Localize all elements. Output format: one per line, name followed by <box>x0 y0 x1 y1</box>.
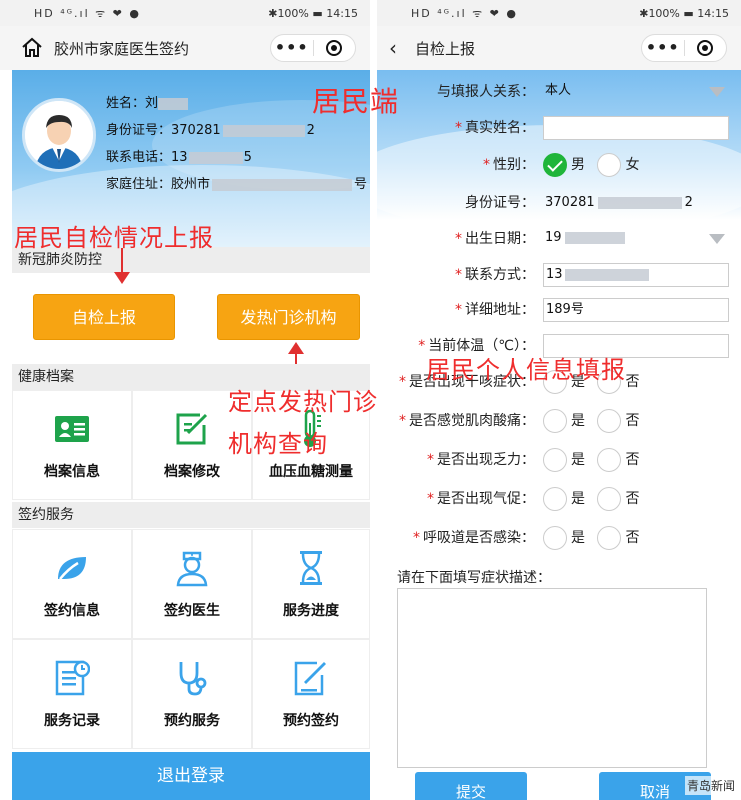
contact-input[interactable]: 13 <box>543 263 729 287</box>
birth-date-picker[interactable]: 19 <box>543 227 729 251</box>
logout-button[interactable]: 退出登录 <box>12 752 370 800</box>
gender-female-radio[interactable] <box>597 153 622 177</box>
battery-level: 100% <box>648 6 680 20</box>
doctor-icon <box>172 548 212 588</box>
annotation-resident-end: 居民端 <box>312 85 400 118</box>
sign-item-appointment[interactable]: 预约服务 <box>132 639 252 749</box>
address-input[interactable]: 189号 <box>543 298 729 322</box>
breath-yes-radio[interactable] <box>543 487 567 511</box>
muscle-ache-yes-radio[interactable] <box>543 409 567 433</box>
more-icon[interactable]: ••• <box>271 36 313 60</box>
mini-program-capsule: ••• <box>641 34 727 62</box>
breath-no-radio[interactable] <box>597 487 622 511</box>
respiratory-radio-group: 是 否 <box>543 526 647 550</box>
health-item-record-info[interactable]: 档案信息 <box>12 390 132 500</box>
more-icon[interactable]: ••• <box>642 36 684 60</box>
field-fatigue: * 是否出现乏力： 是 否 <box>377 446 741 474</box>
respiratory-yes-radio[interactable] <box>543 526 567 550</box>
symptom-description-label: 请在下面填写症状描述： <box>397 570 551 586</box>
field-shortness-of-breath: * 是否出现气促： 是 否 <box>377 485 741 513</box>
back-chevron-icon[interactable]: ‹ <box>389 36 407 60</box>
page-title: 自检上报 <box>415 39 476 58</box>
real-name-input[interactable] <box>543 116 729 140</box>
self-check-button[interactable]: 自检上报 <box>33 294 175 340</box>
gender-radio-group: 男 女 <box>543 153 647 177</box>
sign-item-progress[interactable]: 服务进度 <box>252 529 370 639</box>
watermark-logo: 青岛新闻 <box>684 776 737 795</box>
close-target-icon[interactable] <box>313 40 355 56</box>
breath-radio-group: 是 否 <box>543 487 647 511</box>
symptom-description-textarea[interactable] <box>397 588 707 768</box>
field-gender: * 性别： 男 女 <box>377 151 741 179</box>
leaf-icon <box>52 548 92 588</box>
muscle-ache-no-radio[interactable] <box>597 409 622 433</box>
fatigue-yes-radio[interactable] <box>543 448 567 472</box>
fatigue-no-radio[interactable] <box>597 448 622 472</box>
clock: 14:15 <box>697 6 729 20</box>
id-number-value: 370281 2 <box>545 195 693 210</box>
annotation-fever-query-line2: 机构查询 <box>228 430 328 458</box>
dropdown-caret-icon <box>709 87 725 97</box>
status-icons: HD ⁴ᴳ.ıl ᯤ ❤ ● <box>34 6 141 20</box>
field-relation: 与填报人关系： 本人 <box>377 78 741 106</box>
screenshot-stage: HD ⁴ᴳ.ıl ᯤ ❤ ● ✱100% ▬ 14:15 胶州市家庭医生签约 •… <box>0 0 741 800</box>
sign-item-info[interactable]: 签约信息 <box>12 529 132 639</box>
clock: 14:15 <box>326 6 358 20</box>
profile-id-row: 身份证号：370281 2 <box>106 123 315 138</box>
annotation-personal-info: 居民个人信息填报 <box>426 356 626 384</box>
annotation-arrowhead-down <box>114 272 130 284</box>
annotation-self-report: 居民自检情况上报 <box>14 224 214 252</box>
fatigue-radio-group: 是 否 <box>543 448 647 472</box>
muscle-ache-radio-group: 是 否 <box>543 409 647 433</box>
nav-bar: 胶州市家庭医生签约 ••• <box>0 26 370 70</box>
home-icon[interactable] <box>20 36 44 60</box>
avatar <box>22 98 96 172</box>
profile-address-row: 家庭住址：胶州市号 <box>106 177 368 192</box>
field-contact: * 联系方式： 13 <box>377 261 741 289</box>
field-birth-date: * 出生日期： 19 <box>377 225 741 253</box>
field-id-number: 身份证号： 370281 2 <box>377 189 741 217</box>
status-bar-right: HD ⁴ᴳ.ıl ᯤ ❤ ● ✱100% ▬ 14:15 <box>377 0 741 26</box>
field-address: * 详细地址： 189号 <box>377 296 741 324</box>
edit-note-icon <box>172 409 212 449</box>
battery-icon: ▬ <box>683 6 694 20</box>
close-target-icon[interactable] <box>684 40 726 56</box>
page-title: 胶州市家庭医生签约 <box>54 39 190 58</box>
mini-program-capsule: ••• <box>270 34 356 62</box>
dropdown-caret-icon <box>709 234 725 244</box>
status-icons: HD ⁴ᴳ.ıl ᯤ ❤ ● <box>411 6 518 20</box>
sign-item-sign-booking[interactable]: 预约签约 <box>252 639 370 749</box>
field-real-name: * 真实姓名： <box>377 114 741 142</box>
sign-service-grid: 签约信息 签约医生 服务进度 服务记录 预约服务 预约签约 <box>12 529 370 749</box>
battery-level: 100% <box>277 6 309 20</box>
field-muscle-ache: * 是否感觉肌肉酸痛： 是 否 <box>377 407 741 435</box>
nav-bar-right: ‹ 自检上报 ••• <box>377 26 741 70</box>
battery-icon: ▬ <box>312 6 323 20</box>
hourglass-icon <box>291 548 331 588</box>
stethoscope-icon <box>172 658 212 698</box>
right-phone-screen: HD ⁴ᴳ.ıl ᯤ ❤ ● ✱100% ▬ 14:15 ‹ 自检上报 ••• … <box>377 0 741 800</box>
sign-edit-icon <box>291 658 331 698</box>
sign-item-records[interactable]: 服务记录 <box>12 639 132 749</box>
id-card-icon <box>52 409 92 449</box>
status-bar: HD ⁴ᴳ.ıl ᯤ ❤ ● ✱100% ▬ 14:15 <box>0 0 370 26</box>
document-clock-icon <box>52 658 92 698</box>
section-sign-service: 签约服务 <box>12 502 370 528</box>
sign-item-doctor[interactable]: 签约医生 <box>132 529 252 639</box>
fever-clinic-button[interactable]: 发热门诊机构 <box>217 294 360 340</box>
respiratory-no-radio[interactable] <box>597 526 622 550</box>
relation-select[interactable]: 本人 <box>543 80 729 104</box>
annotation-fever-query-line1: 定点发热门诊 <box>228 388 378 416</box>
field-respiratory-infection: * 呼吸道是否感染： 是 否 <box>377 524 741 552</box>
profile-phone-row: 联系电话：13 5 <box>106 150 252 165</box>
submit-button[interactable]: 提交 <box>415 772 527 800</box>
gender-male-radio[interactable] <box>543 153 567 177</box>
